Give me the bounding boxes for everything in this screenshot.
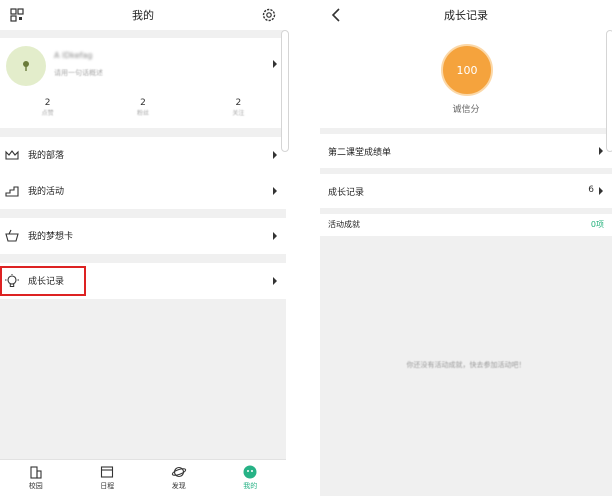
- my-profile-screen: 我的 A lDkefag 请用一句话概述 2 点赞 2 粉丝 2 关注 我的部落…: [0, 0, 286, 496]
- chevron-right-icon: [273, 277, 277, 285]
- basket-icon: [5, 229, 19, 242]
- user-name: A lDkefag: [54, 51, 93, 60]
- building-icon: [30, 466, 42, 479]
- tab-mine[interactable]: 我的: [215, 460, 287, 496]
- row-growth-record[interactable]: 成长记录 6: [320, 174, 612, 208]
- row-second-classroom-transcript[interactable]: 第二课堂成绩单: [320, 134, 612, 168]
- chevron-right-icon: [273, 187, 277, 195]
- panel-edge: [281, 30, 289, 152]
- page-title: 成长记录: [444, 9, 488, 22]
- tab-discover[interactable]: 发现: [143, 460, 215, 496]
- qr-scan-icon[interactable]: [8, 6, 26, 24]
- chevron-right-icon: [273, 60, 277, 68]
- growth-record-count: 6: [588, 185, 594, 195]
- mine-face-icon: [243, 465, 257, 479]
- gear-icon[interactable]: [260, 6, 278, 24]
- calendar-icon: [101, 466, 114, 478]
- planet-icon: [171, 466, 186, 478]
- crown-icon: [5, 150, 19, 160]
- credit-score-card: 100 诚信分: [320, 30, 612, 128]
- tree-icon: [23, 61, 29, 71]
- stairs-icon: [5, 186, 19, 197]
- tab-campus[interactable]: 校园: [0, 460, 72, 496]
- menu-item-my-tribe[interactable]: 我的部落: [0, 137, 286, 173]
- row-activity-achievements[interactable]: 活动成就 0项: [320, 214, 612, 236]
- profile-card[interactable]: A lDkefag 请用一句话概述 2 点赞 2 粉丝 2 关注: [0, 38, 286, 128]
- chevron-right-icon: [599, 187, 603, 195]
- tab-schedule[interactable]: 日程: [72, 460, 144, 496]
- empty-state-text: 你还没有活动成就，快去参加活动吧！: [406, 361, 526, 369]
- user-signature: 请用一句话概述: [54, 69, 103, 77]
- stat-likes[interactable]: 2 点赞: [0, 98, 95, 128]
- back-arrow-icon[interactable]: [328, 6, 346, 24]
- stat-following[interactable]: 2 关注: [191, 98, 286, 128]
- page-title: 我的: [132, 9, 154, 22]
- top-bar: 成长记录: [320, 0, 612, 30]
- panel-edge: [606, 30, 612, 152]
- credit-score-label: 诚信分: [452, 105, 480, 115]
- top-bar: 我的: [0, 0, 286, 30]
- stat-fans[interactable]: 2 粉丝: [95, 98, 190, 128]
- achievement-count: 0项: [590, 220, 604, 229]
- menu-item-dream-card[interactable]: 我的梦想卡: [0, 218, 286, 254]
- chevron-right-icon: [273, 232, 277, 240]
- bottom-tab-bar: 校园 日程 发现 我的: [0, 459, 286, 496]
- avatar[interactable]: [6, 46, 46, 86]
- credit-score-circle: 100: [441, 44, 493, 96]
- highlight-box: [0, 266, 86, 296]
- chevron-right-icon: [273, 151, 277, 159]
- chevron-right-icon: [599, 147, 603, 155]
- profile-stats: 2 点赞 2 粉丝 2 关注: [0, 98, 286, 128]
- growth-record-screen: 成长记录 100 诚信分 第二课堂成绩单 成长记录 6 活动成就 0项 你还没有…: [320, 0, 612, 496]
- menu-item-my-activities[interactable]: 我的活动: [0, 173, 286, 209]
